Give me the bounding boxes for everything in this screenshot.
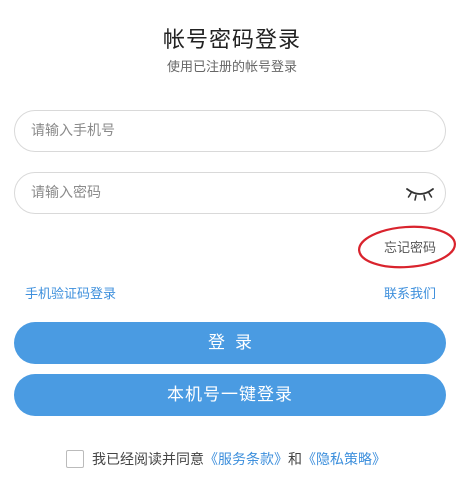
- highlight-circle: [357, 225, 457, 269]
- password-input-container: [14, 172, 446, 214]
- agreement-row: 我已经阅读并同意 《服务条款》 和 《隐私策略》: [66, 449, 386, 469]
- login-button[interactable]: 登录: [14, 322, 446, 364]
- agreement-checkbox[interactable]: [66, 450, 84, 468]
- password-input[interactable]: [31, 173, 401, 213]
- login-page: 帐号密码登录 使用已注册的帐号登录 忘记密码 手机验证码登录 联系我们 登录 本…: [0, 0, 464, 482]
- terms-link[interactable]: 《服务条款》: [204, 449, 288, 469]
- contact-us-link[interactable]: 联系我们: [384, 283, 436, 302]
- agreement-prefix: 我已经阅读并同意: [92, 452, 204, 468]
- eye-closed-icon[interactable]: [405, 184, 435, 202]
- page-title: 帐号密码登录: [162, 28, 301, 53]
- phone-input-container: [14, 110, 446, 152]
- page-subtitle: 使用已注册的帐号登录: [166, 60, 297, 75]
- sms-login-link[interactable]: 手机验证码登录: [25, 283, 116, 302]
- onekey-login-button[interactable]: 本机号一键登录: [14, 374, 446, 416]
- agreement-and: 和: [288, 452, 302, 468]
- phone-input[interactable]: [31, 111, 401, 151]
- privacy-link[interactable]: 《隐私策略》: [302, 449, 386, 469]
